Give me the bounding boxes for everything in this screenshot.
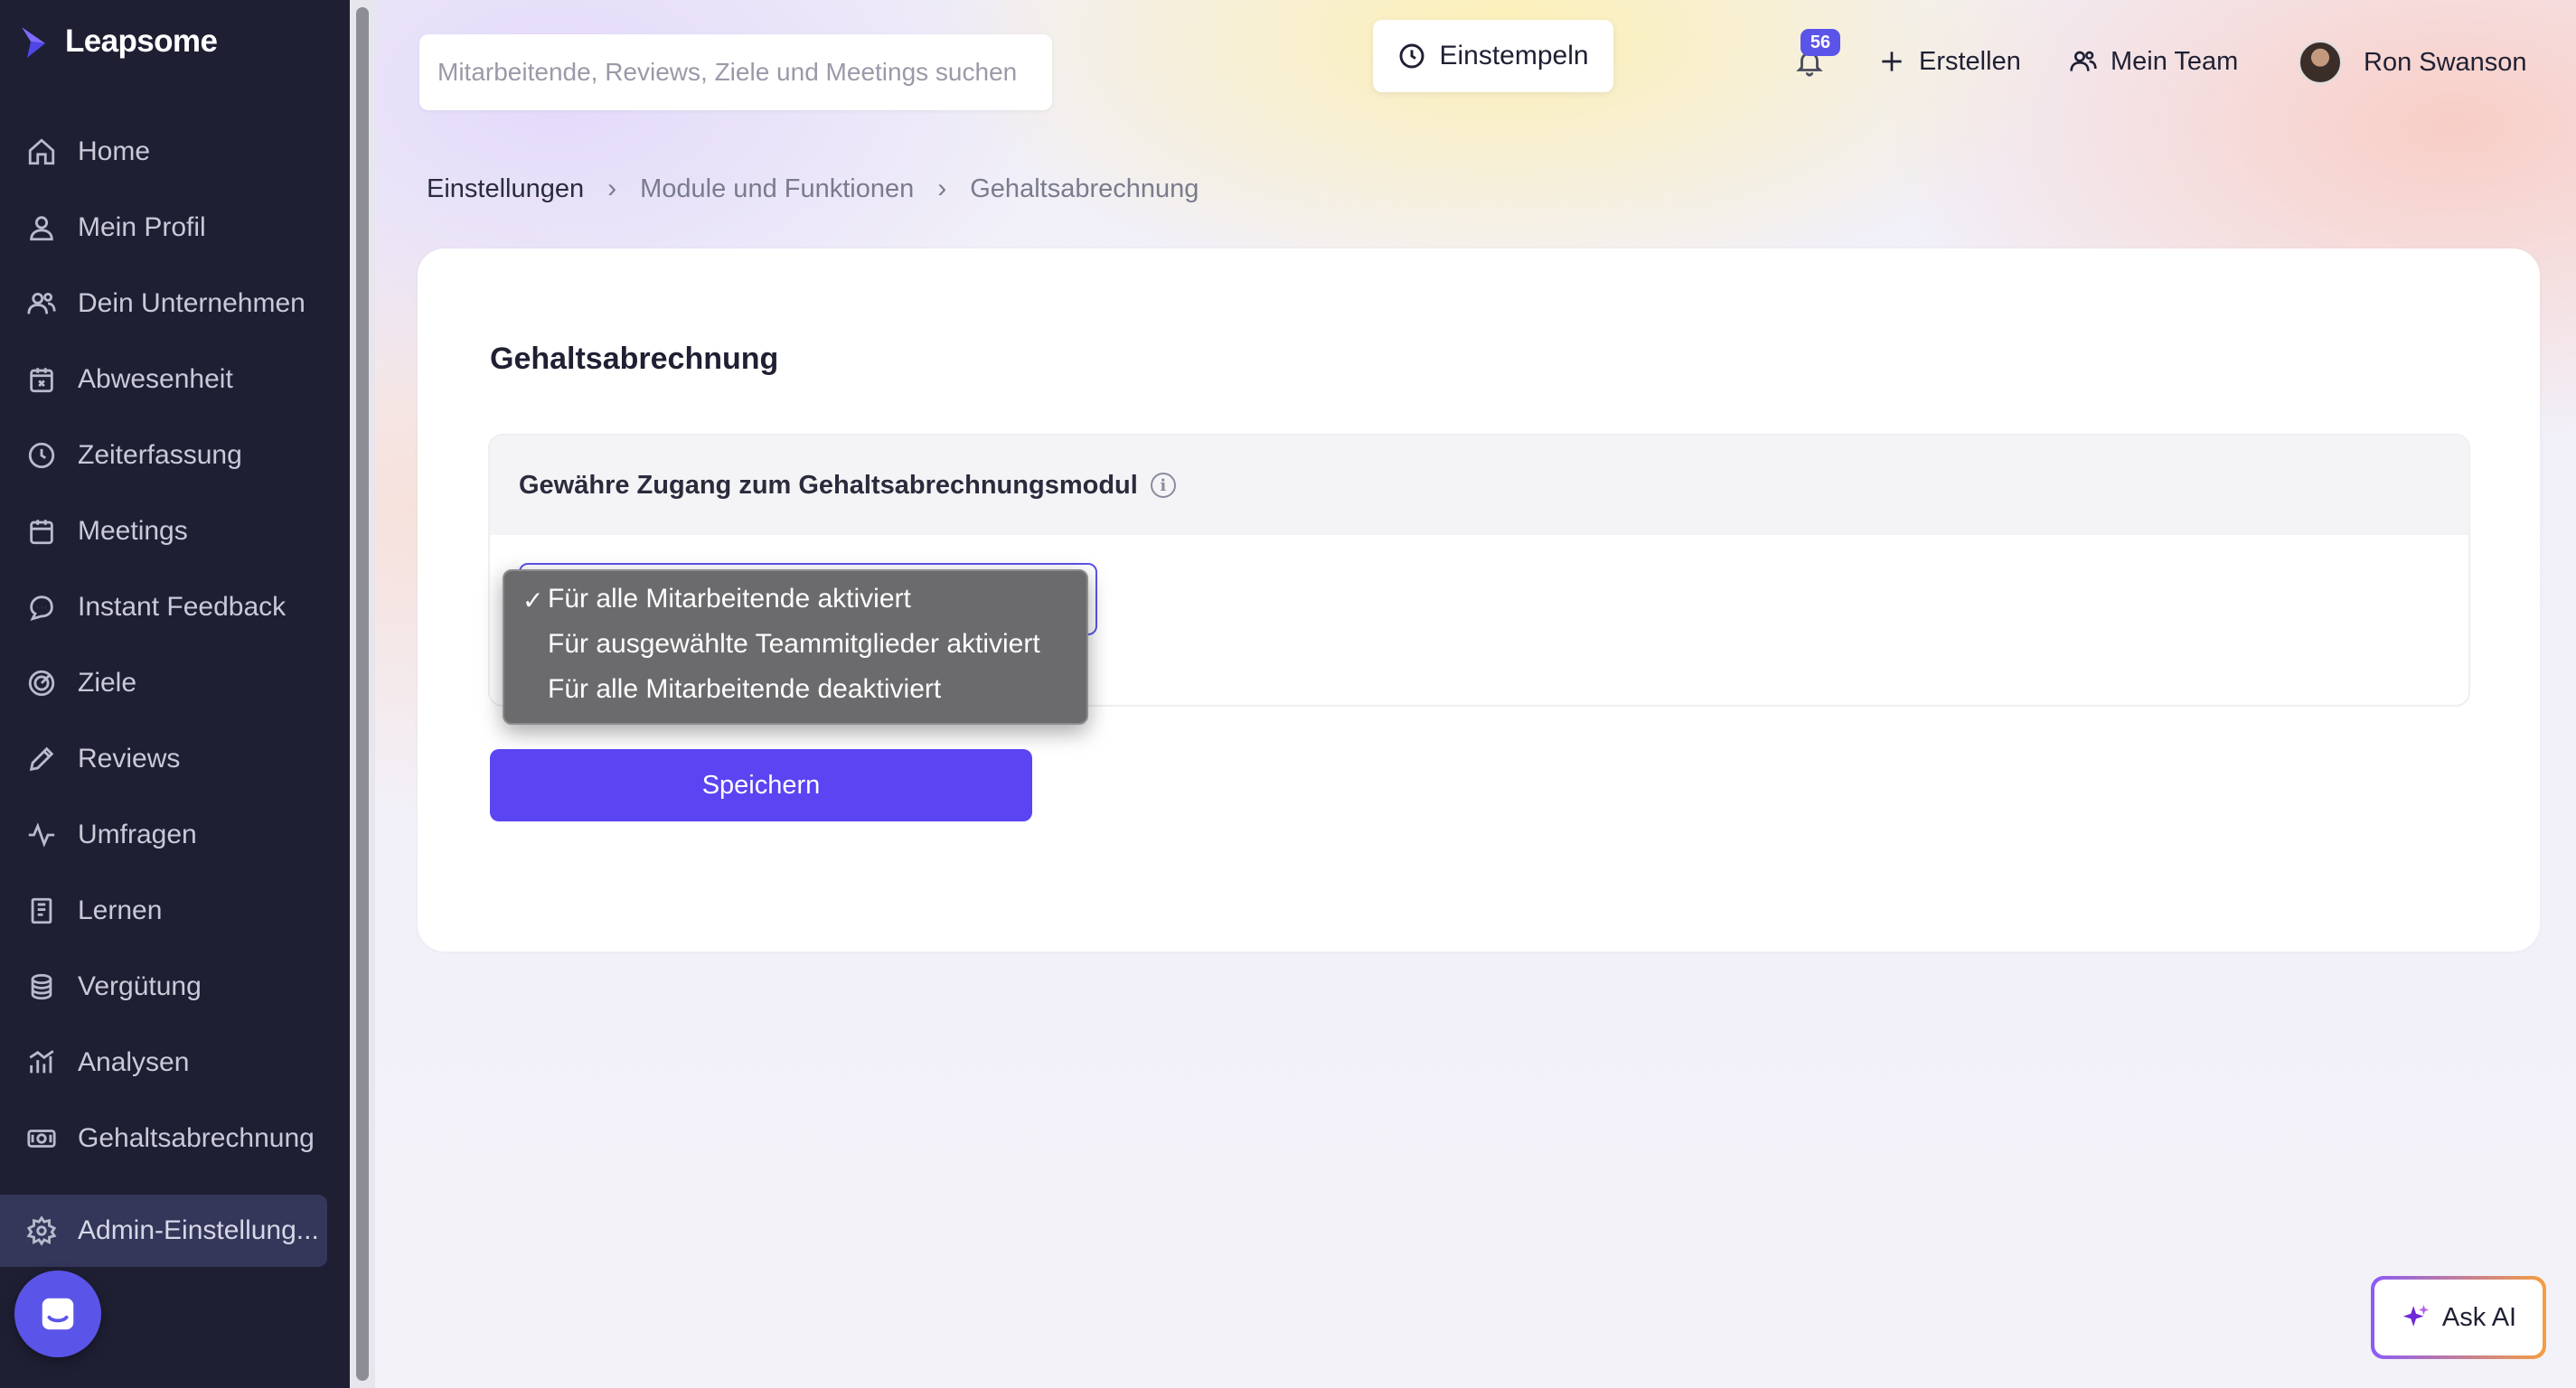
sidebar-item-ziele[interactable]: Ziele xyxy=(0,645,350,721)
select-option-selected-members[interactable]: Für ausgewählte Teammitglieder aktiviert xyxy=(504,622,1086,667)
calendar-x-icon xyxy=(25,363,58,396)
calendar-icon xyxy=(25,515,58,548)
sidebar-item-label: Admin-Einstellung... xyxy=(78,1215,319,1245)
sparkle-icon xyxy=(2402,1304,2430,1327)
sidebar-item-mein-profil[interactable]: Mein Profil xyxy=(0,190,350,266)
sidebar-item-label: Abwesenheit xyxy=(78,364,233,394)
my-team-button[interactable]: Mein Team xyxy=(2069,43,2238,80)
chat-icon xyxy=(25,591,58,624)
leapsome-logo-icon xyxy=(22,27,45,58)
user-icon xyxy=(25,211,58,244)
select-option-all-disabled[interactable]: Für alle Mitarbeitende deaktiviert xyxy=(504,667,1086,712)
sidebar-item-instant-feedback[interactable]: Instant Feedback xyxy=(0,569,350,645)
sidebar-item-label: Ziele xyxy=(78,668,137,698)
sidebar-item-verguetung[interactable]: Vergütung xyxy=(0,949,350,1025)
sidebar-item-label: Meetings xyxy=(78,516,188,546)
gear-icon xyxy=(25,1214,58,1247)
notification-count-badge: 56 xyxy=(1800,29,1840,56)
user-name: Ron Swanson xyxy=(2364,47,2527,77)
sidebar-item-label: Instant Feedback xyxy=(78,592,287,622)
clock-icon xyxy=(1399,43,1424,69)
breadcrumb-item-current: Gehaltsabrechnung xyxy=(970,174,1199,203)
select-option-label: Für alle Mitarbeitende deaktiviert xyxy=(548,674,942,704)
pencil-icon xyxy=(25,743,58,775)
pulse-icon xyxy=(25,819,58,851)
book-icon xyxy=(25,895,58,927)
sidebar-item-label: Dein Unternehmen xyxy=(78,288,306,318)
clock-in-button[interactable]: Einstempeln xyxy=(1373,20,1613,92)
sidebar-item-label: Mein Profil xyxy=(78,212,206,242)
create-button[interactable]: Erstellen xyxy=(1877,43,2021,80)
sidebar-item-admin-einstellungen[interactable]: Admin-Einstellung... xyxy=(0,1195,327,1267)
support-chat-button[interactable] xyxy=(14,1271,101,1357)
sidebar-item-reviews[interactable]: Reviews xyxy=(0,721,350,797)
sidebar-item-label: Home xyxy=(78,136,151,166)
create-label: Erstellen xyxy=(1919,46,2021,76)
sidebar-item-lernen[interactable]: Lernen xyxy=(0,873,350,949)
breadcrumb: Einstellungen › Module und Funktionen › … xyxy=(427,174,1199,204)
target-icon xyxy=(25,667,58,699)
my-team-label: Mein Team xyxy=(2111,46,2239,76)
select-option-label: Für ausgewählte Teammitglieder aktiviert xyxy=(548,629,1040,659)
sidebar-item-label: Reviews xyxy=(78,744,181,774)
sidebar-item-label: Lernen xyxy=(78,896,163,925)
chat-widget-icon xyxy=(42,1298,74,1330)
users-icon xyxy=(25,287,58,320)
access-select-dropdown: ✓ Für alle Mitarbeitende aktiviert Für a… xyxy=(503,569,1088,725)
sidebar-scrollbar-thumb[interactable] xyxy=(356,7,369,1381)
sidebar-item-home[interactable]: Home xyxy=(0,114,350,190)
sidebar-item-dein-unternehmen[interactable]: Dein Unternehmen xyxy=(0,266,350,342)
checkmark-icon: ✓ xyxy=(522,586,544,614)
sidebar-item-label: Vergütung xyxy=(78,971,202,1001)
bar-chart-icon xyxy=(25,1046,58,1079)
user-menu[interactable]: Ron Swanson xyxy=(2299,40,2527,85)
leapsome-logo[interactable]: Leapsome xyxy=(18,22,218,61)
brand-name: Leapsome xyxy=(65,23,218,59)
clock-icon xyxy=(25,439,58,472)
avatar xyxy=(2299,41,2342,84)
ask-ai-button[interactable]: Ask AI xyxy=(2371,1276,2546,1359)
chevron-right-icon: › xyxy=(937,174,947,203)
search-input[interactable] xyxy=(437,58,1052,87)
home-icon xyxy=(25,136,58,168)
sidebar-item-label: Analysen xyxy=(78,1047,190,1077)
sidebar-item-label: Umfragen xyxy=(78,820,197,849)
sidebar-item-zeiterfassung[interactable]: Zeiterfassung xyxy=(0,417,350,493)
sidebar-nav: Home Mein Profil Dein Unternehmen Abwese… xyxy=(0,114,350,1177)
coins-icon xyxy=(25,971,58,1003)
info-icon[interactable]: i xyxy=(1150,473,1176,498)
sidebar-item-meetings[interactable]: Meetings xyxy=(0,493,350,569)
sidebar-item-umfragen[interactable]: Umfragen xyxy=(0,797,350,873)
chevron-right-icon: › xyxy=(607,174,617,203)
select-option-label: Für alle Mitarbeitende aktiviert xyxy=(548,584,911,614)
page-title: Gehaltsabrechnung xyxy=(490,342,779,376)
sidebar-item-analysen[interactable]: Analysen xyxy=(0,1025,350,1101)
sidebar: Leapsome Home Mein Profil Dein Unternehm… xyxy=(0,0,350,1388)
banknote-icon xyxy=(25,1122,58,1155)
save-button[interactable]: Speichern xyxy=(490,749,1032,821)
access-panel-header: Gewähre Zugang zum Gehaltsabrechnungsmod… xyxy=(490,436,2468,535)
clock-in-label: Einstempeln xyxy=(1439,41,1589,70)
access-panel-title: Gewähre Zugang zum Gehaltsabrechnungsmod… xyxy=(519,470,1138,500)
ask-ai-label: Ask AI xyxy=(2441,1302,2517,1332)
search-box[interactable] xyxy=(419,34,1052,110)
select-option-all-enabled[interactable]: ✓ Für alle Mitarbeitende aktiviert xyxy=(504,577,1086,622)
sidebar-item-gehaltsabrechnung[interactable]: Gehaltsabrechnung xyxy=(0,1101,350,1177)
users-icon xyxy=(2070,51,2097,71)
sidebar-item-abwesenheit[interactable]: Abwesenheit xyxy=(0,342,350,417)
breadcrumb-item-module[interactable]: Module und Funktionen xyxy=(640,174,914,204)
breadcrumb-item-einstellungen[interactable]: Einstellungen xyxy=(427,174,584,204)
sidebar-item-label: Zeiterfassung xyxy=(78,440,242,470)
ask-ai-inner: Ask AI xyxy=(2374,1280,2543,1355)
sidebar-item-label: Gehaltsabrechnung xyxy=(78,1123,315,1153)
plus-icon xyxy=(1882,52,1902,71)
